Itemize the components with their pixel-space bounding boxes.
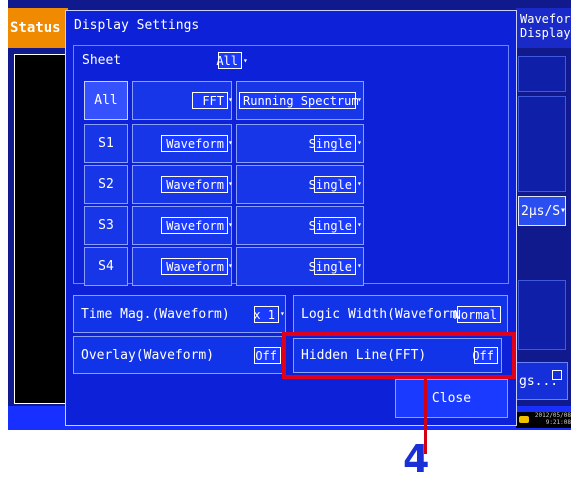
hidden-line-highlight-frame [282, 332, 516, 379]
row-s1-type-select[interactable]: Waveform [161, 135, 228, 152]
row-s3-mode-value: Single [308, 218, 352, 233]
row-label: S3 [98, 218, 114, 233]
chevron-down-icon: ▾ [243, 56, 248, 65]
row-label: S4 [98, 259, 114, 274]
row-s1-mode-value: Single [308, 136, 352, 151]
row-label: S1 [98, 136, 114, 151]
chevron-down-icon: ▾ [357, 138, 362, 147]
chevron-down-icon: ▾ [357, 261, 362, 270]
row-all-type-select[interactable]: FFT [192, 92, 228, 109]
overlay-value: Off [255, 348, 277, 363]
chevron-down-icon: ▾ [228, 138, 233, 147]
row-s3-type-select[interactable]: Waveform [161, 217, 228, 234]
overlay-label: Overlay(Waveform) [81, 347, 215, 363]
chevron-down-icon: ▾ [280, 309, 285, 318]
time-mag-label: Time Mag.(Waveform) [81, 306, 230, 322]
row-s2-mode-value: Single [308, 177, 352, 192]
row-s2-mode-select[interactable]: Single [309, 176, 356, 193]
waveform-panel [14, 54, 66, 404]
logic-width-value: Normal [453, 307, 497, 322]
chevron-down-icon: ▾ [228, 179, 233, 188]
sample-rate-value: 2μs/S [521, 203, 561, 219]
close-button-label: Close [431, 391, 472, 406]
sheet-row-s4-label: S4 [84, 247, 128, 286]
sheet-select[interactable]: All [216, 52, 242, 69]
time-mag-value: x 1 [253, 307, 275, 322]
right-tab-line1: Waveform [520, 12, 571, 26]
sample-rate-select[interactable]: 2μs/S [518, 196, 566, 226]
sheet-row-s2-label: S2 [84, 165, 128, 204]
sheet-select-value: All [216, 53, 238, 68]
waveform-display-tab[interactable]: Waveform Display [516, 8, 571, 48]
row-s4-type-value: Waveform [166, 259, 224, 274]
row-s4-type-select[interactable]: Waveform [161, 258, 228, 275]
side-panel-lower [518, 280, 566, 350]
row-all-mode-select[interactable]: Running Spectrum [239, 92, 359, 109]
dialog-title: Display Settings [74, 18, 200, 33]
sheet-row-s3-label: S3 [84, 206, 128, 245]
row-s4-mode-select[interactable]: Single [309, 258, 356, 275]
side-panel-area [518, 96, 566, 192]
row-label: All [94, 93, 118, 108]
chevron-down-icon: ▾ [560, 205, 567, 216]
sheet-label: Sheet [82, 53, 122, 68]
logic-width-select[interactable]: Normal [453, 306, 501, 323]
sheet-row-all-button[interactable]: All [84, 81, 128, 120]
row-all-type-value: FFT [202, 93, 224, 108]
overlay-select[interactable]: Off [254, 347, 281, 364]
row-s3-type-value: Waveform [166, 218, 224, 233]
row-s3-mode-select[interactable]: Single [309, 217, 356, 234]
row-s1-mode-select[interactable]: Single [309, 135, 356, 152]
side-button-1[interactable] [518, 56, 566, 92]
chevron-down-icon: ▾ [357, 95, 362, 104]
callout-number: 4 [403, 437, 430, 481]
chevron-down-icon: ▾ [228, 95, 233, 104]
status-tab[interactable]: Status [8, 8, 68, 48]
row-label: S2 [98, 177, 114, 192]
clock-icon [519, 416, 529, 423]
chevron-down-icon: ▾ [228, 261, 233, 270]
row-s2-type-select[interactable]: Waveform [161, 176, 228, 193]
logic-width-label: Logic Width(Waveform) [301, 306, 466, 322]
time-mag-select[interactable]: x 1 [253, 306, 279, 323]
sheet-row-s1-label: S1 [84, 124, 128, 163]
settings-button[interactable]: gs... [516, 362, 568, 400]
chevron-down-icon: ▾ [357, 179, 362, 188]
chevron-down-icon: ▾ [357, 220, 362, 229]
close-button[interactable]: Close [395, 379, 508, 418]
row-s4-mode-value: Single [308, 259, 352, 274]
right-tab-line2: Display [520, 26, 571, 40]
chevron-down-icon: ▾ [228, 220, 233, 229]
window-square-icon [552, 370, 562, 380]
row-all-mode-value: Running Spectrum [243, 93, 359, 108]
row-s2-type-value: Waveform [166, 177, 224, 192]
row-s1-type-value: Waveform [166, 136, 224, 151]
